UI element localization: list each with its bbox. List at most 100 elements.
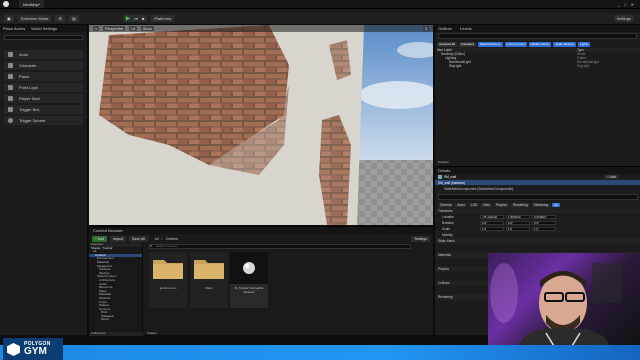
rotation-y-field[interactable]: 0.0° bbox=[506, 220, 530, 225]
outliner-search-input[interactable] bbox=[438, 33, 637, 39]
actor-item-character[interactable]: Character bbox=[4, 61, 83, 70]
category-rendering[interactable]: Rendering bbox=[510, 202, 530, 207]
settings-label: Settings bbox=[616, 16, 631, 21]
actor-count-label: 5 actors bbox=[438, 160, 449, 164]
tree-item[interactable]: Wood bbox=[89, 318, 142, 322]
filter-chip[interactable]: Current Level bbox=[504, 41, 527, 47]
actor-item-label: Actor bbox=[19, 52, 29, 57]
actor-item-point-light[interactable]: Point Light bbox=[4, 83, 83, 92]
filter-chip[interactable]: Hidden Actors bbox=[528, 41, 552, 47]
asset-tile-environment[interactable]: Environment bbox=[149, 252, 187, 308]
collections-header[interactable]: Collections bbox=[89, 332, 143, 336]
show-button[interactable]: Show bbox=[141, 26, 154, 31]
play-icon[interactable]: ▶ bbox=[126, 16, 131, 22]
folder-icon bbox=[149, 252, 187, 284]
cube-icon bbox=[8, 107, 13, 112]
asset-tile-maps[interactable]: Maps bbox=[190, 252, 228, 308]
actor-item-actor[interactable]: Actor bbox=[4, 50, 83, 59]
actor-item-pawn[interactable]: Pawn bbox=[4, 72, 83, 81]
play-controls: ▶ ⏭ ■ bbox=[122, 15, 148, 22]
perspective-button[interactable]: Perspective bbox=[103, 26, 126, 31]
blueprint-icon[interactable]: ⚙ bbox=[55, 15, 65, 22]
selection-mode-button[interactable]: Selection Mode bbox=[17, 15, 52, 22]
stop-icon[interactable]: ■ bbox=[142, 16, 144, 21]
details-add-button[interactable]: + Add bbox=[603, 174, 619, 179]
folder-tree-panel: Favorites Shader_Tutorial All Content En… bbox=[89, 242, 143, 336]
save-icon[interactable]: ▣ bbox=[4, 15, 14, 22]
skip-icon[interactable]: ⏭ bbox=[134, 16, 138, 21]
tab-levels[interactable]: Levels bbox=[460, 26, 472, 31]
scale-z-field[interactable]: 1.0 bbox=[532, 226, 556, 231]
details-tab[interactable]: Details bbox=[435, 167, 640, 174]
brand-line-2: GYM bbox=[24, 346, 47, 357]
section-static-mesh[interactable]: Static Mesh bbox=[435, 238, 640, 244]
cb-settings-button[interactable]: Settings bbox=[411, 235, 430, 242]
details-search-input[interactable] bbox=[438, 194, 638, 200]
actor-item-trigger-box[interactable]: Trigger Box bbox=[4, 105, 83, 114]
sequencer-icon[interactable]: ▤ bbox=[68, 15, 79, 22]
tab-outliner[interactable]: Outliner bbox=[438, 26, 452, 31]
component-row[interactable]: StaticMeshComponent (StaticMeshComponent… bbox=[435, 186, 640, 192]
viewport-toolbar: ≡ Perspective Lit Show 3 bbox=[89, 25, 433, 32]
minimize-icon[interactable]: _ bbox=[618, 2, 620, 7]
level-viewport[interactable]: ≡ Perspective Lit Show 3 bbox=[89, 25, 433, 225]
content-browser-toolbar: + Add Import Save All All › Content Sett… bbox=[89, 234, 433, 243]
content-browser-panel: Content Browser + Add Import Save All Al… bbox=[89, 226, 433, 336]
details-tab-label: Details bbox=[438, 168, 451, 173]
component-label: StaticMeshComponent (StaticMeshComponent… bbox=[444, 186, 514, 191]
content-browser-tab[interactable]: Content Browser bbox=[89, 227, 433, 234]
scale-x-field[interactable]: 1.0 bbox=[480, 226, 504, 231]
save-all-button[interactable]: Save All bbox=[128, 235, 148, 242]
outliner-tabs: Outliner Levels bbox=[435, 25, 640, 32]
viewport-menu-icon[interactable]: ≡ bbox=[93, 26, 100, 31]
rotation-z-field[interactable]: 0.0° bbox=[532, 220, 556, 225]
brand-badge: POLYGON GYM bbox=[3, 338, 63, 360]
category-physics[interactable]: Physics bbox=[493, 202, 509, 207]
level-tab[interactable]: NewMap* bbox=[19, 0, 45, 8]
outliner-row[interactable]: SkyLight SkyLight bbox=[435, 64, 640, 68]
location-x-field[interactable]: -76.424240 bbox=[480, 214, 504, 219]
lit-button[interactable]: Lit bbox=[129, 26, 138, 31]
import-button[interactable]: Import bbox=[110, 235, 126, 242]
location-y-field[interactable]: 1.882003 bbox=[506, 214, 530, 219]
add-button[interactable]: + Add bbox=[92, 235, 108, 242]
tree-item-label: Wood bbox=[101, 317, 109, 322]
category-general[interactable]: General bbox=[438, 202, 454, 207]
place-actors-search-input[interactable] bbox=[4, 35, 83, 40]
content-search-input[interactable]: Search Content bbox=[149, 244, 411, 249]
editor-title-bar: NewMap* _ □ ✕ bbox=[0, 0, 640, 9]
close-icon[interactable]: ✕ bbox=[631, 2, 634, 7]
asset-label: M_ShaderTutorialMat Material bbox=[234, 286, 264, 294]
actor-item-player-start[interactable]: Player Start bbox=[4, 94, 83, 103]
filter-chip[interactable]: Unsaved All bbox=[437, 41, 457, 47]
tab-place-actors[interactable]: Place Actors bbox=[3, 26, 25, 31]
settings-button[interactable]: Settings bbox=[613, 15, 634, 22]
category-streaming[interactable]: Streaming bbox=[531, 202, 551, 207]
rotation-x-field[interactable]: 0.0° bbox=[480, 220, 504, 225]
transform-label: Scale bbox=[442, 226, 450, 231]
breadcrumb-all[interactable]: All bbox=[155, 237, 159, 241]
platforms-button[interactable]: Platforms bbox=[151, 15, 175, 22]
breadcrumb-content[interactable]: Content bbox=[166, 237, 178, 241]
webcam-overlay bbox=[488, 253, 640, 346]
camera-speed-label: 3 bbox=[425, 26, 427, 31]
tab-world-settings[interactable]: World Settings bbox=[31, 26, 57, 31]
camera-speed-button[interactable]: 3 bbox=[423, 26, 429, 31]
scale-y-field[interactable]: 1.0 bbox=[506, 226, 530, 231]
category-all[interactable]: All bbox=[552, 202, 560, 207]
filter-chip[interactable]: Unloaded bbox=[458, 41, 476, 47]
location-z-field[interactable]: 3.000007 bbox=[532, 214, 556, 219]
asset-label: Maps bbox=[205, 286, 213, 290]
asset-tile-material[interactable]: M_ShaderTutorialMat Material bbox=[230, 252, 268, 308]
filter-chip[interactable]: Selected Actors bbox=[477, 41, 503, 47]
maximize-icon[interactable]: □ bbox=[624, 2, 626, 7]
actor-item-label: Pawn bbox=[19, 74, 30, 79]
actor-item-trigger-sphere[interactable]: Trigger Sphere bbox=[4, 116, 83, 125]
filter-chip[interactable]: Static Meshes bbox=[553, 41, 577, 47]
category-lod[interactable]: LOD bbox=[468, 202, 480, 207]
filter-chip[interactable]: Lights bbox=[578, 41, 591, 47]
object-name[interactable]: SM_wall bbox=[444, 175, 456, 179]
category-actor[interactable]: Actor bbox=[455, 202, 467, 207]
filter-label: Hidden Actors bbox=[530, 42, 550, 46]
category-misc[interactable]: Misc bbox=[481, 202, 492, 207]
